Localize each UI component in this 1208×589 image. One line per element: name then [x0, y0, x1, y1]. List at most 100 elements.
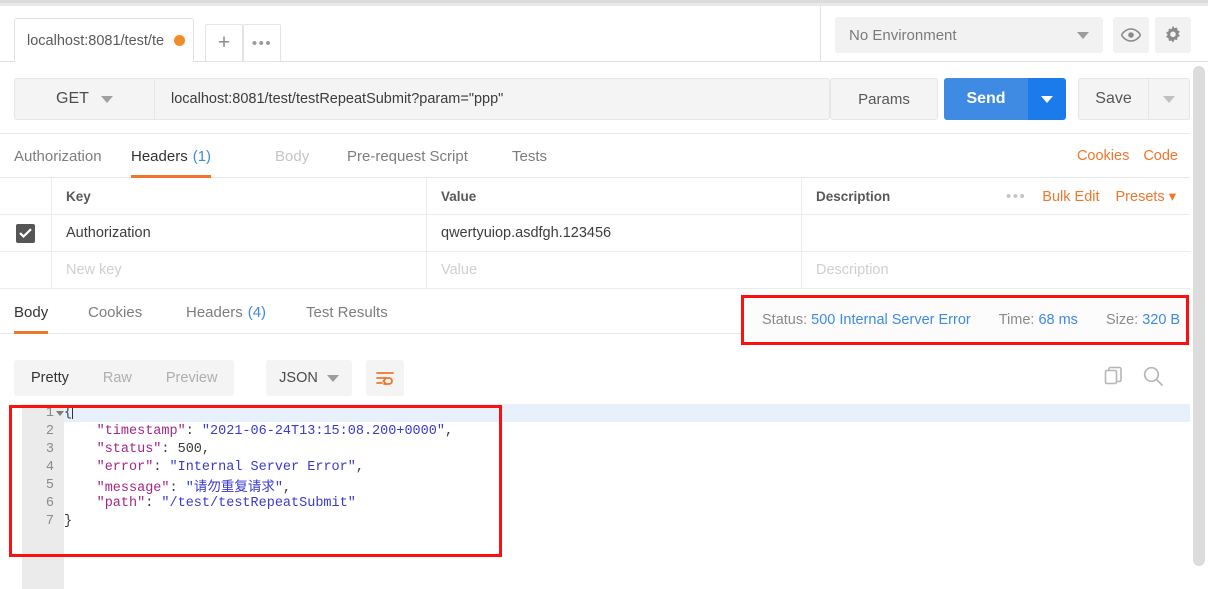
- bulk-edit-button[interactable]: Bulk Edit: [1042, 189, 1099, 205]
- column-header-key-label: Key: [66, 188, 91, 204]
- http-method-select[interactable]: GET: [14, 78, 154, 120]
- code-line-content: "timestamp": "2021-06-24T13:15:08.200+00…: [64, 424, 453, 439]
- tab-headers[interactable]: Headers (1): [131, 134, 212, 178]
- column-header-description-label: Description: [816, 188, 891, 204]
- column-header-value-label: Value: [441, 188, 477, 204]
- code-token: "Internal Server Error": [169, 459, 356, 475]
- tab-body[interactable]: Body: [275, 134, 309, 178]
- new-value-input[interactable]: Value: [427, 252, 802, 288]
- view-preview-button[interactable]: Preview: [149, 360, 235, 396]
- code-token: :: [161, 441, 178, 457]
- code-link[interactable]: Code: [1143, 148, 1178, 164]
- save-button[interactable]: Save: [1078, 78, 1148, 120]
- chevron-down-icon: [1163, 95, 1175, 103]
- eye-icon: [1120, 28, 1142, 42]
- search-button[interactable]: [1142, 365, 1164, 392]
- chevron-down-icon: [100, 95, 113, 103]
- code-token: ,: [201, 441, 211, 457]
- response-tab-cookies[interactable]: Cookies: [88, 290, 142, 334]
- check-icon: [19, 228, 32, 238]
- word-wrap-button[interactable]: [366, 360, 404, 396]
- settings-button[interactable]: [1155, 17, 1191, 53]
- row-description-cell[interactable]: [802, 215, 1190, 251]
- more-actions-button[interactable]: •••: [1006, 188, 1026, 205]
- url-input[interactable]: localhost:8081/test/testRepeatSubmit?par…: [154, 78, 830, 120]
- response-body-editor[interactable]: 1{2 "timestamp": "2021-06-24T13:15:08.200…: [0, 404, 1190, 589]
- response-body-toolbar: Pretty Raw Preview JSON: [0, 352, 1190, 404]
- params-label: Params: [858, 90, 910, 108]
- code-line-content: "status": 500,: [64, 442, 210, 457]
- code-line-content: "message": "请勿重复请求",: [64, 475, 291, 496]
- tab-options-label: •••: [251, 34, 273, 52]
- code-line-content: "error": "Internal Server Error",: [64, 460, 364, 475]
- tab-pre-request-script[interactable]: Pre-request Script: [347, 134, 468, 178]
- table-row[interactable]: Authorization qwertyuiop.asdfgh.123456: [0, 215, 1190, 252]
- new-tab-button[interactable]: +: [205, 24, 243, 62]
- code-line-content: }: [64, 514, 72, 529]
- response-tab-headers-label: Headers: [186, 303, 243, 321]
- vertical-scrollbar-thumb[interactable]: [1193, 66, 1205, 566]
- view-raw-button[interactable]: Raw: [86, 360, 149, 396]
- response-tab-headers-count: (4): [247, 303, 267, 321]
- editor-code-area[interactable]: 1{2 "timestamp": "2021-06-24T13:15:08.200…: [46, 404, 1190, 589]
- code-line: 1{: [46, 404, 1190, 422]
- time-label: Time:: [998, 312, 1035, 328]
- copy-button[interactable]: [1103, 365, 1124, 391]
- postman-window: localhost:8081/test/te + ••• No Environm…: [0, 0, 1208, 589]
- tab-pre-request-script-label: Pre-request Script: [347, 147, 468, 165]
- row-value-cell[interactable]: qwertyuiop.asdfgh.123456: [427, 215, 802, 251]
- copy-icon: [1104, 366, 1122, 385]
- send-options-button[interactable]: [1028, 78, 1066, 120]
- table-row-empty[interactable]: New key Value Description: [0, 252, 1190, 289]
- request-tab-label: localhost:8081/test/te: [27, 32, 165, 49]
- row-key-value: Authorization: [66, 225, 151, 241]
- code-token: "status": [96, 441, 162, 457]
- line-number: 6: [45, 495, 54, 511]
- request-links: Cookies Code: [1077, 134, 1178, 178]
- row-checkbox[interactable]: [16, 223, 35, 243]
- line-number: 3: [45, 441, 54, 457]
- code-token: "2021-06-24T13:15:08.200+0000": [201, 423, 445, 439]
- new-description-input[interactable]: Description: [802, 252, 1190, 288]
- row-key-cell[interactable]: Authorization: [52, 215, 427, 251]
- tab-authorization[interactable]: Authorization: [14, 134, 102, 178]
- tab-tests[interactable]: Tests: [512, 134, 547, 178]
- send-label: Send: [966, 90, 1006, 107]
- body-format-select[interactable]: JSON: [266, 360, 352, 396]
- code-line: 2 "timestamp": "2021-06-24T13:15:08.200+0…: [46, 422, 1190, 440]
- tab-options-button[interactable]: •••: [243, 24, 281, 62]
- environment-quick-look-button[interactable]: [1113, 17, 1149, 53]
- time-value: 68 ms: [1038, 312, 1078, 328]
- environment-select[interactable]: No Environment: [835, 17, 1103, 53]
- request-tab[interactable]: localhost:8081/test/te: [14, 18, 194, 62]
- row-value-value: qwertyuiop.asdfgh.123456: [441, 225, 612, 241]
- params-button[interactable]: Params: [830, 78, 938, 120]
- size-badge: Size: 320 B: [1106, 312, 1180, 328]
- response-status-bar: Status: 500 Internal Server Error Time: 68…: [741, 295, 1189, 345]
- new-key-input[interactable]: New key: [52, 252, 427, 288]
- new-tab-label: +: [217, 31, 231, 54]
- presets-button[interactable]: Presets ▾: [1116, 189, 1176, 205]
- new-key-placeholder: New key: [66, 262, 122, 278]
- code-line: 6 "path": "/test/testRepeatSubmit": [46, 494, 1190, 512]
- code-line-content: {: [64, 405, 74, 421]
- size-label: Size:: [1105, 312, 1139, 328]
- response-tab-cookies-label: Cookies: [88, 303, 143, 321]
- save-options-button[interactable]: [1148, 78, 1190, 120]
- response-tab-test-results[interactable]: Test Results: [306, 290, 388, 334]
- body-view-switcher: Pretty Raw Preview: [14, 360, 235, 396]
- response-tab-headers[interactable]: Headers (4): [186, 290, 266, 334]
- line-number: 1: [45, 405, 54, 421]
- row-checkbox-cell-empty[interactable]: [0, 252, 52, 288]
- fold-triangle-icon[interactable]: [56, 411, 64, 416]
- row-checkbox-cell[interactable]: [0, 215, 52, 251]
- column-header-key: Key: [52, 178, 427, 214]
- cookies-link[interactable]: Cookies: [1077, 148, 1129, 164]
- status-label: Status:: [762, 312, 808, 328]
- response-tab-body[interactable]: Body: [14, 290, 49, 334]
- tab-authorization-label: Authorization: [14, 147, 102, 165]
- view-pretty-button[interactable]: Pretty: [14, 360, 86, 396]
- save-button-group: Save: [1078, 78, 1190, 120]
- send-button[interactable]: Send: [944, 78, 1028, 120]
- vertical-scrollbar[interactable]: [1190, 62, 1208, 589]
